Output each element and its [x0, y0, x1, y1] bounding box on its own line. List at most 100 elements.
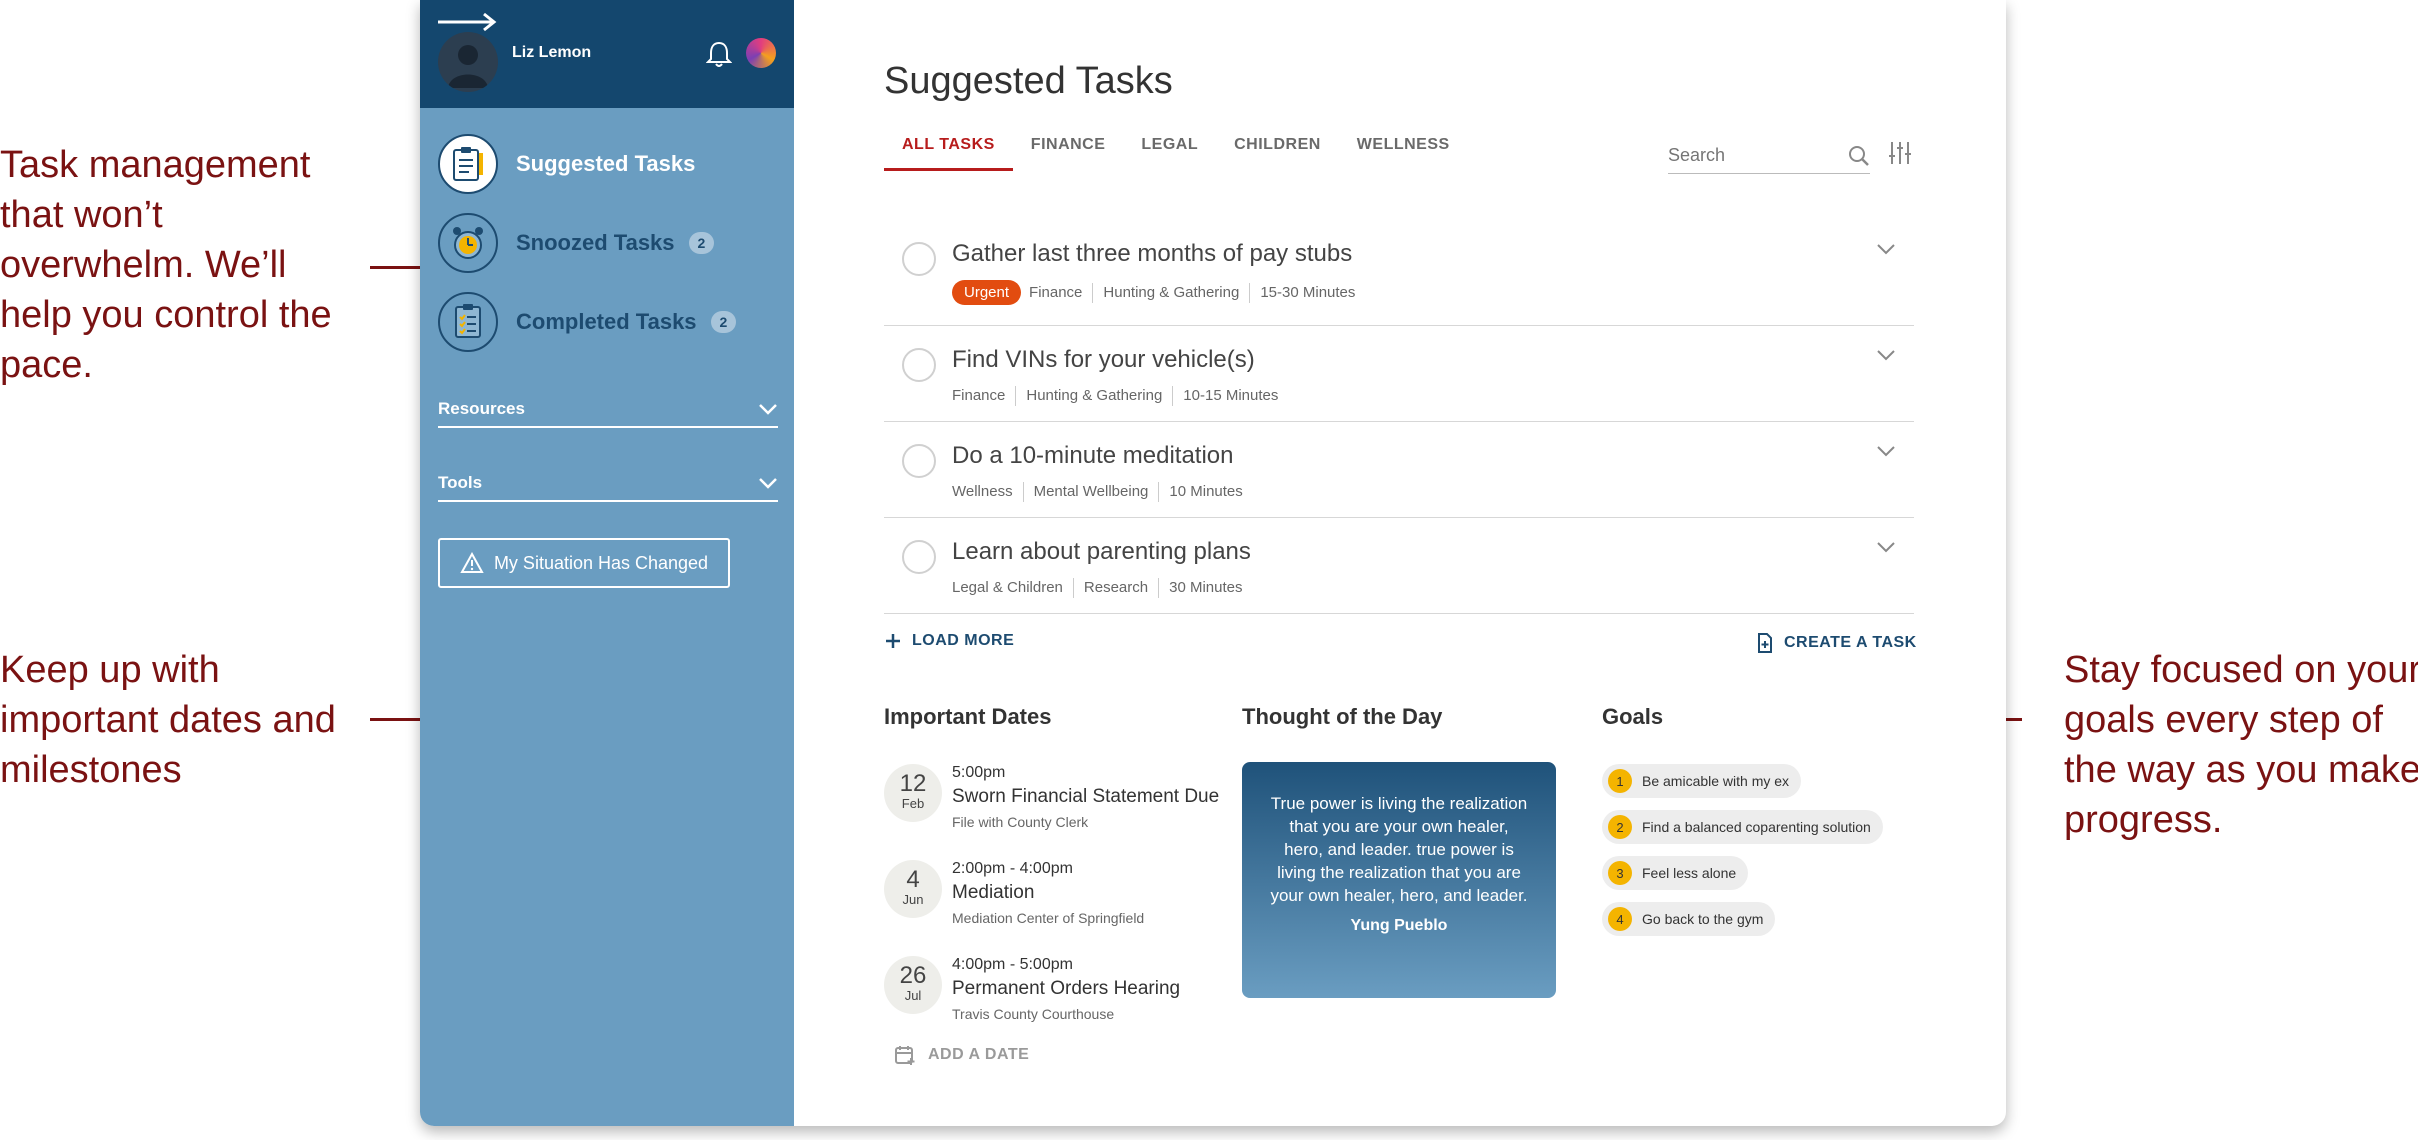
task-tag: Hunting & Gathering	[1092, 282, 1249, 303]
create-task-button[interactable]: CREATE A TASK	[1756, 632, 1917, 654]
goal-number: 3	[1608, 861, 1632, 885]
date-item[interactable]: 26 Jul 4:00pm - 5:00pm Permanent Orders …	[884, 956, 1224, 1046]
section-label: Resources	[438, 399, 525, 418]
sidebar: Liz Lemon Suggested Tasks Snoozed Tasks …	[420, 0, 794, 1126]
app-window: Liz Lemon Suggested Tasks Snoozed Tasks …	[420, 0, 2006, 1126]
button-label: CREATE A TASK	[1784, 634, 1917, 651]
task-row[interactable]: Learn about parenting plans Legal & Chil…	[884, 518, 1914, 614]
bell-icon[interactable]	[706, 40, 732, 68]
callout-task-management: Task management that won’t overwhelm. We…	[0, 144, 332, 386]
chevron-down-icon	[759, 478, 777, 489]
goal-label: Find a balanced coparenting solution	[1642, 819, 1871, 835]
goal-chip[interactable]: 4 Go back to the gym	[1602, 902, 1776, 936]
sidebar-item-label: Suggested Tasks	[516, 151, 696, 176]
task-checkbox[interactable]	[902, 540, 936, 574]
urgent-badge: Urgent	[952, 280, 1022, 305]
chevron-down-icon[interactable]	[1876, 242, 1896, 256]
task-checkbox[interactable]	[902, 444, 936, 478]
sidebar-item-label: Completed Tasks	[516, 309, 697, 334]
date-day: 4	[906, 866, 920, 893]
task-tags: Urgent Finance Hunting & Gathering 15-30…	[952, 280, 1365, 305]
goal-number: 4	[1608, 907, 1632, 931]
callout-important-dates: Keep up with important dates and milesto…	[0, 649, 336, 791]
tab-legal[interactable]: LEGAL	[1123, 136, 1216, 171]
chevron-down-icon[interactable]	[1876, 444, 1896, 458]
profile-avatar[interactable]	[746, 38, 776, 68]
date-month: Jun	[902, 892, 924, 907]
task-checkbox[interactable]	[902, 242, 936, 276]
chevron-down-icon	[759, 404, 777, 415]
goal-label: Feel less alone	[1642, 865, 1737, 881]
goals-title: Goals	[1602, 704, 1664, 729]
goal-number: 1	[1608, 769, 1632, 793]
button-label: LOAD MORE	[912, 632, 1015, 649]
task-tabs: ALL TASKS FINANCE LEGAL CHILDREN WELLNES…	[884, 136, 1468, 171]
add-date-button[interactable]: ADD A DATE	[894, 1044, 1029, 1066]
sidebar-item-completed-tasks[interactable]: Completed Tasks 2	[438, 292, 778, 352]
tab-wellness[interactable]: WELLNESS	[1339, 136, 1468, 171]
callout-goals: Stay focused on your goals every step of…	[2064, 649, 2418, 841]
date-time: 2:00pm - 4:00pm	[952, 860, 1073, 877]
filter-sliders-icon[interactable]	[1888, 140, 1912, 166]
date-title: Sworn Financial Statement Due	[952, 786, 1220, 807]
count-badge: 2	[710, 311, 737, 333]
goal-number: 2	[1608, 815, 1632, 839]
date-title: Permanent Orders Hearing	[952, 978, 1181, 999]
goal-chip[interactable]: 3 Feel less alone	[1602, 856, 1749, 890]
load-more-button[interactable]: LOAD MORE	[884, 632, 1014, 650]
search-input[interactable]	[1668, 145, 1828, 166]
alarm-clock-icon	[438, 213, 498, 273]
date-month: Feb	[901, 796, 925, 811]
tools-toggle[interactable]: Tools	[438, 466, 778, 502]
task-tag: 15-30 Minutes	[1249, 282, 1365, 303]
date-badge: 26 Jul	[884, 956, 942, 1014]
task-title: Find VINs for your vehicle(s)	[952, 346, 1255, 373]
task-tag: Research	[1072, 578, 1158, 598]
sidebar-item-suggested-tasks[interactable]: Suggested Tasks	[438, 134, 778, 194]
date-item[interactable]: 4 Jun 2:00pm - 4:00pm Mediation Mediatio…	[884, 860, 1224, 950]
task-row[interactable]: Gather last three months of pay stubs Ur…	[884, 220, 1914, 326]
task-title: Gather last three months of pay stubs	[952, 240, 1353, 267]
resources-toggle[interactable]: Resources	[438, 392, 778, 428]
task-tags: Wellness Mental Wellbeing 10 Minutes	[952, 482, 1253, 502]
date-location: File with County Clerk	[952, 814, 1089, 830]
clipboard-icon	[438, 134, 498, 194]
thought-title: Thought of the Day	[1242, 704, 1443, 729]
calendar-add-icon	[895, 1046, 915, 1065]
date-badge: 4 Jun	[884, 860, 942, 918]
thought-card: True power is living the realization tha…	[1242, 762, 1556, 998]
date-day: 12	[899, 770, 927, 797]
task-tags: Finance Hunting & Gathering 10-15 Minute…	[952, 386, 1288, 406]
situation-changed-button[interactable]: My Situation Has Changed	[438, 538, 730, 588]
sidebar-item-snoozed-tasks[interactable]: Snoozed Tasks 2	[438, 213, 778, 273]
task-row[interactable]: Find VINs for your vehicle(s) Finance Hu…	[884, 326, 1914, 422]
warning-icon	[460, 552, 484, 573]
goal-chip[interactable]: 1 Be amicable with my ex	[1602, 764, 1802, 798]
thought-quote: True power is living the realization tha…	[1270, 794, 1528, 905]
tab-all-tasks[interactable]: ALL TASKS	[884, 136, 1013, 171]
date-month: Jul	[904, 988, 922, 1003]
search-box	[1668, 138, 1870, 174]
date-item[interactable]: 12 Feb 5:00pm Sworn Financial Statement …	[884, 764, 1224, 854]
tab-children[interactable]: CHILDREN	[1216, 136, 1339, 171]
sidebar-header: Liz Lemon	[420, 0, 794, 108]
main-content: Suggested Tasks ALL TASKS FINANCE LEGAL …	[794, 0, 2006, 1126]
task-tag: Hunting & Gathering	[1015, 386, 1172, 406]
chevron-down-icon[interactable]	[1876, 540, 1896, 554]
task-tag: Wellness	[952, 483, 1013, 500]
chevron-down-icon[interactable]	[1876, 348, 1896, 362]
search-icon[interactable]	[1848, 145, 1870, 167]
task-title: Do a 10-minute meditation	[952, 442, 1234, 469]
task-checkbox[interactable]	[902, 348, 936, 382]
task-row[interactable]: Do a 10-minute meditation Wellness Menta…	[884, 422, 1914, 518]
task-tag: Legal & Children	[952, 579, 1063, 596]
task-tag: Mental Wellbeing	[1022, 482, 1159, 502]
arrow-right-icon[interactable]	[438, 12, 500, 32]
user-avatar[interactable]	[438, 32, 498, 92]
goal-chip[interactable]: 2 Find a balanced coparenting solution	[1602, 810, 1883, 844]
important-dates-title: Important Dates	[884, 704, 1052, 729]
page-title: Suggested Tasks	[884, 60, 1173, 102]
date-time: 4:00pm - 5:00pm	[952, 956, 1073, 973]
date-title: Mediation	[952, 882, 1035, 903]
tab-finance[interactable]: FINANCE	[1013, 136, 1124, 171]
